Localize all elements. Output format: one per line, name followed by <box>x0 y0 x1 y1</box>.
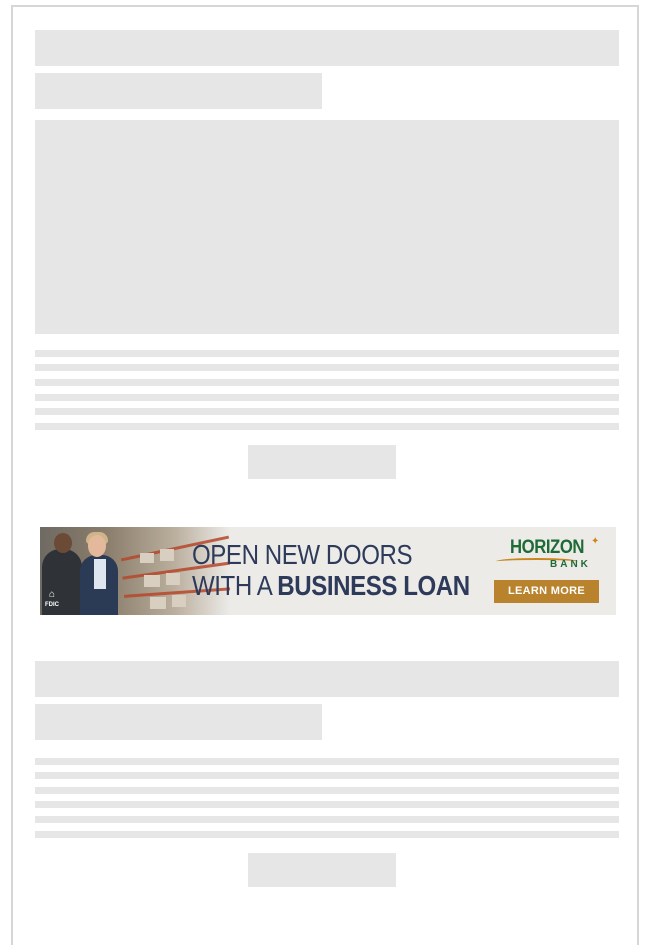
text-line-placeholder <box>35 394 619 401</box>
text-line-placeholder <box>35 772 619 779</box>
banner-ad[interactable]: ⌂ FDIC OPEN NEW DOORS WITH A BUSINESS LO… <box>40 527 616 615</box>
article-subtitle-placeholder <box>35 704 322 740</box>
logo-star-icon: ✦ <box>591 536 600 547</box>
text-line-placeholder <box>35 408 619 415</box>
read-more-button-placeholder[interactable] <box>248 445 396 479</box>
text-line-placeholder <box>35 379 619 386</box>
logo-subtitle: BANK <box>550 559 591 570</box>
article-title-placeholder <box>35 661 619 697</box>
text-line-placeholder <box>35 816 619 823</box>
ad-headline-line2: WITH A BUSINESS LOAN <box>192 570 470 601</box>
ad-headline-line1: OPEN NEW DOORS <box>192 539 413 570</box>
article-title-placeholder <box>35 30 619 66</box>
article-subtitle-placeholder <box>35 73 322 109</box>
article-image-placeholder <box>35 120 619 334</box>
ad-headline: OPEN NEW DOORS WITH A BUSINESS LOAN <box>192 539 470 601</box>
read-more-button-placeholder[interactable] <box>248 853 396 887</box>
equal-housing-icon: ⌂ <box>48 589 56 600</box>
learn-more-button[interactable]: LEARN MORE <box>494 580 599 603</box>
text-line-placeholder <box>35 758 619 765</box>
text-line-placeholder <box>35 364 619 371</box>
text-line-placeholder <box>35 831 619 838</box>
fdic-badge: FDIC <box>45 602 59 608</box>
text-line-placeholder <box>35 787 619 794</box>
text-line-placeholder <box>35 423 619 430</box>
text-line-placeholder <box>35 801 619 808</box>
horizon-bank-logo: HORIZON <box>510 537 585 558</box>
text-line-placeholder <box>35 350 619 357</box>
